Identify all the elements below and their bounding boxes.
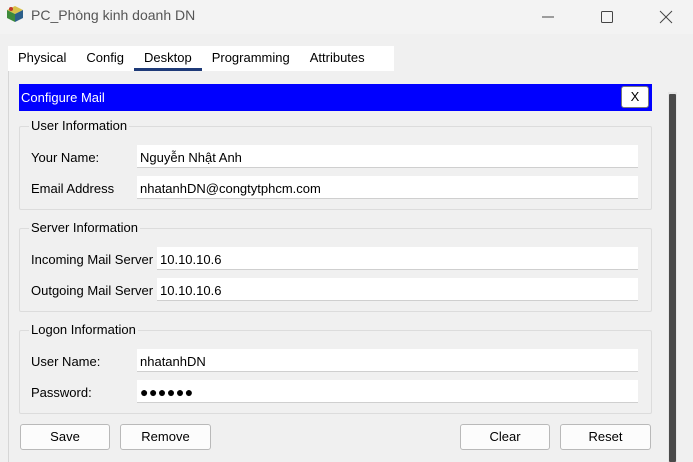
tab-config[interactable]: Config [76,46,134,71]
password-label: Password: [31,385,92,400]
your-name-field[interactable] [137,145,638,168]
tab-programming[interactable]: Programming [202,46,300,71]
email-address-label: Email Address [31,181,115,196]
clear-button[interactable]: Clear [460,424,550,450]
tab-bar: Physical Config Desktop Programming Attr… [8,46,394,71]
packet-tracer-app-icon [7,6,23,22]
tab-physical[interactable]: Physical [8,46,76,71]
reset-button[interactable]: Reset [560,424,651,450]
email-address-field[interactable] [137,176,638,199]
close-window-button[interactable] [643,0,689,32]
outgoing-mail-server-label: Outgoing Mail Server [31,283,154,298]
user-name-label: User Name: [31,354,101,369]
title-bar: PC_Phòng kinh doanh DN [0,0,693,34]
maximize-button[interactable] [584,0,630,32]
your-name-label: Your Name: [31,150,100,165]
logon-information-legend: Logon Information [29,322,138,337]
minimize-icon [542,16,554,18]
outgoing-mail-server-field[interactable] [157,278,638,301]
incoming-mail-server-field[interactable] [157,247,638,270]
user-information-legend: User Information [29,118,130,133]
incoming-mail-server-label: Incoming Mail Server [31,252,154,267]
maximize-icon [601,11,613,23]
scrollbar-thumb[interactable] [669,94,676,462]
user-name-field[interactable] [137,349,638,372]
minimize-button[interactable] [525,0,571,32]
configure-mail-header: Configure Mail X [19,84,652,111]
configure-mail-close-button[interactable]: X [621,86,649,108]
save-button[interactable]: Save [20,424,110,450]
configure-mail-title: Configure Mail [21,90,105,105]
tab-attributes[interactable]: Attributes [300,46,375,71]
window-title: PC_Phòng kinh doanh DN [31,7,196,23]
password-field[interactable] [137,380,638,403]
close-icon [659,10,673,24]
tab-desktop[interactable]: Desktop [134,46,202,71]
server-information-legend: Server Information [29,220,140,235]
remove-button[interactable]: Remove [120,424,211,450]
